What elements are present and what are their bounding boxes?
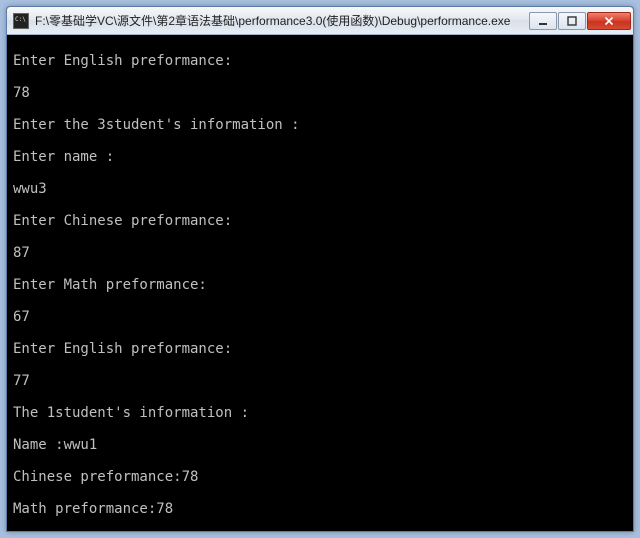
close-icon bbox=[604, 16, 614, 26]
console-line: Enter the 3student's information : bbox=[13, 117, 627, 133]
console-line: 87 bbox=[13, 245, 627, 261]
console-line: 78 bbox=[13, 85, 627, 101]
console-line: Enter name : bbox=[13, 149, 627, 165]
console-line: wwu3 bbox=[13, 181, 627, 197]
close-button[interactable] bbox=[587, 12, 631, 30]
console-line: 77 bbox=[13, 373, 627, 389]
maximize-button[interactable] bbox=[558, 12, 586, 30]
console-line: The 1student's information : bbox=[13, 405, 627, 421]
console-line: Name :wwu1 bbox=[13, 437, 627, 453]
minimize-button[interactable] bbox=[529, 12, 557, 30]
minimize-icon bbox=[538, 16, 548, 26]
console-output[interactable]: Enter English preformance: 78 Enter the … bbox=[7, 35, 633, 531]
titlebar[interactable]: F:\零基础学VC\源文件\第2章语法基础\performance3.0(使用函… bbox=[7, 7, 633, 35]
console-line: Enter Math preformance: bbox=[13, 277, 627, 293]
maximize-icon bbox=[567, 16, 577, 26]
console-window: F:\零基础学VC\源文件\第2章语法基础\performance3.0(使用函… bbox=[6, 6, 634, 532]
console-line: Enter English preformance: bbox=[13, 53, 627, 69]
window-title: F:\零基础学VC\源文件\第2章语法基础\performance3.0(使用函… bbox=[35, 12, 529, 29]
console-line: Chinese preformance:78 bbox=[13, 469, 627, 485]
console-line: Math preformance:78 bbox=[13, 501, 627, 517]
console-line: Enter English preformance: bbox=[13, 341, 627, 357]
window-controls bbox=[529, 12, 631, 30]
app-icon bbox=[13, 13, 29, 29]
console-line: Enter Chinese preformance: bbox=[13, 213, 627, 229]
console-line: 67 bbox=[13, 309, 627, 325]
